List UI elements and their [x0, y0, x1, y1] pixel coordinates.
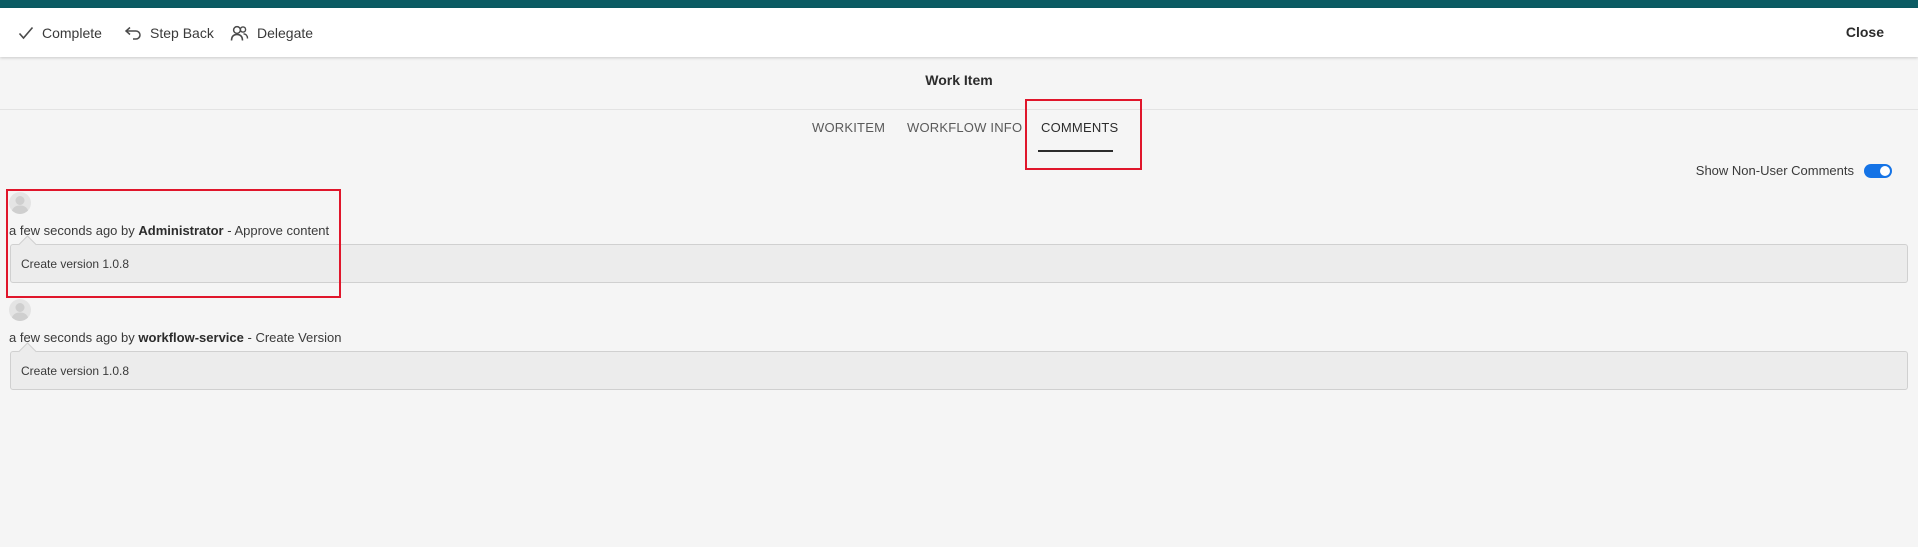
comment-text: Create version 1.0.8	[10, 244, 1908, 283]
comment-by: by	[121, 330, 135, 345]
comment-text: Create version 1.0.8	[10, 351, 1908, 390]
title-divider	[0, 109, 1918, 110]
comment-by: by	[121, 223, 135, 238]
delegate-label: Delegate	[257, 25, 314, 41]
step-back-label: Step Back	[150, 25, 214, 41]
delegate-button[interactable]: Delegate	[230, 22, 313, 44]
comment-step: - Approve content	[227, 223, 330, 238]
checkmark-icon	[18, 26, 34, 40]
step-back-button[interactable]: Step Back	[124, 22, 214, 44]
comment-author: Administrator	[138, 223, 224, 238]
tab-comments[interactable]: COMMENTS	[1041, 120, 1118, 135]
toggle-knob	[1880, 165, 1890, 176]
user-avatar-icon	[9, 299, 31, 321]
toggle-label: Show Non-User Comments	[1695, 163, 1854, 178]
non-user-comments-filter: Show Non-User Comments	[1696, 163, 1892, 178]
active-tab-indicator	[1038, 150, 1113, 152]
comment-author: workflow-service	[138, 330, 244, 345]
comment-meta: a few seconds ago by workflow-service - …	[9, 330, 341, 345]
comment-step: - Create Version	[247, 330, 342, 345]
tab-workflow-info[interactable]: WORKFLOW INFO	[907, 120, 1022, 135]
brand-strip	[0, 0, 1918, 8]
action-bar: Complete Step Back Delegate Close	[0, 8, 1918, 57]
tab-bar: WORKITEM WORKFLOW INFO COMMENTS	[0, 120, 1918, 154]
close-button[interactable]: Close	[1846, 24, 1884, 40]
tab-workitem[interactable]: WORKITEM	[812, 120, 885, 135]
page-title: Work Item	[925, 72, 993, 88]
user-avatar-icon	[9, 192, 31, 214]
complete-button[interactable]: Complete	[18, 22, 102, 44]
complete-label: Complete	[42, 25, 102, 41]
comment-meta: a few seconds ago by Administrator - App…	[9, 223, 329, 238]
user-group-icon	[230, 25, 249, 42]
undo-arrow-icon	[124, 26, 142, 40]
show-non-user-comments-toggle[interactable]	[1864, 163, 1892, 178]
